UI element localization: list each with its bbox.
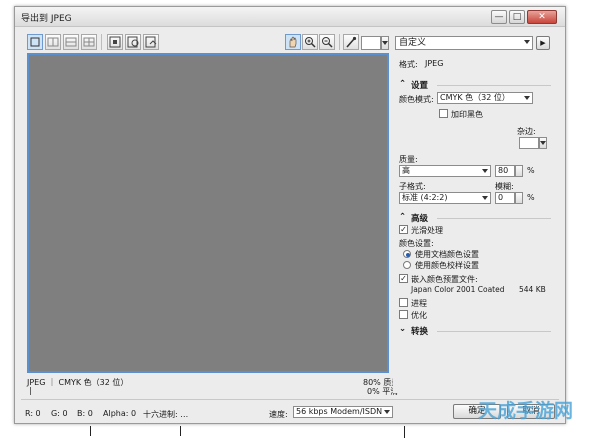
status-hex: 十六进制: … (143, 410, 189, 419)
advanced-header: 高级 (411, 214, 429, 224)
divider (437, 331, 551, 332)
color-swatch-icon[interactable] (361, 36, 381, 50)
export-jpeg-dialog: 导出到 JPEG — □ ✕ 自定义 ▶ JPEG ｜ CMYK 色（32 位）… (14, 6, 566, 424)
quality-number-input[interactable]: 80 (495, 165, 515, 177)
profile-size: 544 KB (519, 285, 546, 294)
smoothing-label: 光滑处理 (411, 226, 443, 235)
swatch-dropdown[interactable] (381, 36, 389, 50)
embed-profile-label: 嵌入颜色预置文件: (411, 275, 478, 284)
color-settings-label: 颜色设置: (399, 239, 434, 248)
subformat-select[interactable]: 标准 (4:2:2) (399, 192, 491, 204)
split-vertical-icon[interactable] (45, 34, 61, 50)
settings-header: 设置 (411, 81, 429, 91)
use-proof-color-radio[interactable] (403, 261, 411, 269)
blur-percent: % (527, 193, 535, 202)
optimize-label: 优化 (411, 311, 427, 320)
blur-spinner[interactable] (515, 192, 523, 204)
advanced-collapse-icon[interactable]: ⌃ (399, 212, 406, 222)
close-button[interactable]: ✕ (527, 10, 557, 24)
smoothing-checkbox[interactable]: ✓ (399, 225, 408, 234)
background-line (90, 426, 91, 436)
minimize-button[interactable]: — (491, 10, 507, 24)
zoom-in-icon[interactable] (302, 34, 318, 50)
toolbar-separator (101, 34, 102, 50)
dialog-title: 导出到 JPEG (21, 14, 72, 24)
status-g: G: 0 (51, 409, 68, 418)
format-value: JPEG (425, 59, 444, 68)
background-line (180, 426, 181, 436)
status-r: R: 0 (25, 409, 41, 418)
preview-cursor: | (29, 386, 32, 395)
title-bar[interactable]: 导出到 JPEG — □ ✕ (15, 7, 565, 27)
blur-number-input[interactable]: 0 (495, 192, 515, 204)
watermark: 天成手游网 (478, 400, 574, 422)
progressive-checkbox[interactable] (399, 298, 408, 307)
blur-label: 模糊: (495, 182, 514, 191)
preview-area[interactable] (27, 53, 389, 373)
pan-view-icon[interactable] (143, 34, 159, 50)
zoom-to-page-icon[interactable] (125, 34, 141, 50)
quality-label: 质量: (399, 155, 418, 164)
progressive-label: 进程 (411, 299, 427, 308)
use-proof-color-label: 使用颜色校样设置 (415, 261, 479, 270)
hand-tool-icon[interactable] (285, 34, 301, 50)
matte-color-swatch[interactable] (519, 137, 539, 149)
settings-collapse-icon[interactable]: ⌃ (399, 79, 406, 89)
format-label: 格式: (399, 60, 418, 69)
background-line (404, 426, 405, 438)
quality-select[interactable]: 高 (399, 165, 491, 177)
matte-label: 杂边: (517, 127, 536, 136)
divider (437, 218, 551, 219)
status-alpha: Alpha: 0 (103, 409, 137, 418)
profile-name: Japan Color 2001 Coated (411, 285, 505, 294)
color-mode-label: 颜色模式: (399, 95, 434, 104)
maximize-button[interactable]: □ (509, 10, 525, 24)
optimize-checkbox[interactable] (399, 310, 408, 319)
divider (437, 85, 551, 86)
split-horizontal-icon[interactable] (63, 34, 79, 50)
use-document-color-radio[interactable] (403, 250, 411, 258)
preview-format-info: JPEG ｜ CMYK 色（32 位） (27, 378, 129, 387)
color-mode-select[interactable]: CMYK 色（32 位） (437, 92, 533, 104)
eyedropper-icon[interactable] (343, 34, 359, 50)
embed-profile-checkbox[interactable]: ✓ (399, 274, 408, 283)
settings-panel: 格式: JPEG ⌃ 设置 颜色模式: CMYK 色（32 位） 加印黑色 杂边… (393, 53, 559, 393)
fit-icon[interactable] (107, 34, 123, 50)
quality-percent: % (527, 166, 535, 175)
use-document-color-label: 使用文档颜色设置 (415, 250, 479, 259)
split-four-icon[interactable] (81, 34, 97, 50)
single-view-icon[interactable] (27, 34, 43, 50)
overprint-black-checkbox[interactable] (439, 109, 448, 118)
status-b: B: 0 (77, 409, 93, 418)
toolbar-separator (339, 34, 340, 50)
preset-menu-button[interactable]: ▶ (536, 36, 550, 50)
quality-spinner[interactable] (515, 165, 523, 177)
transform-header: 转换 (411, 327, 429, 337)
speed-label: 速度: (269, 410, 288, 419)
zoom-out-icon[interactable] (319, 34, 335, 50)
speed-select[interactable]: 56 kbps Modem/ISDN (293, 406, 393, 418)
transform-expand-icon[interactable]: ⌄ (399, 324, 406, 334)
matte-dropdown[interactable] (539, 137, 547, 149)
overprint-black-label: 加印黑色 (451, 110, 483, 119)
preset-dropdown[interactable]: 自定义 (395, 36, 533, 50)
subformat-label: 子格式: (399, 182, 426, 191)
